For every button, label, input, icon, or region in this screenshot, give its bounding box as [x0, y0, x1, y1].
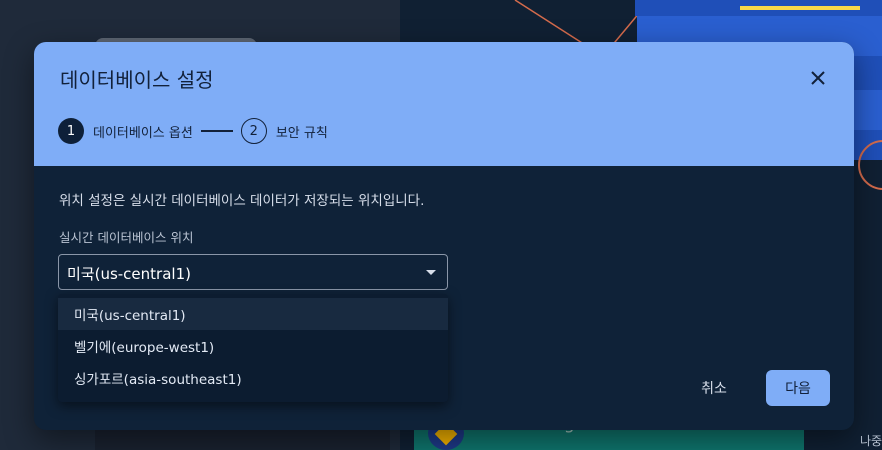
location-option-us-central1[interactable]: 미국(us-central1)	[58, 298, 448, 330]
step-1-indicator: 1	[58, 118, 84, 144]
database-setup-dialog: 데이터베이스 설정 1 데이터베이스 옵션 2 보안 규칙 위치 설정은 실시간…	[34, 42, 854, 430]
location-field-label: 실시간 데이터베이스 위치	[59, 230, 194, 245]
cancel-button[interactable]: 취소	[684, 370, 744, 406]
location-select-value: 미국(us-central1)	[67, 265, 191, 283]
background-corner-text: 나중	[860, 434, 882, 448]
stepper: 1 데이터베이스 옵션 2 보안 규칙	[58, 118, 328, 144]
step-2-label: 보안 규칙	[275, 125, 328, 141]
step-1-label: 데이터베이스 옵션	[93, 125, 193, 141]
step-2-indicator: 2	[240, 118, 267, 144]
dropdown-arrow-icon	[426, 270, 436, 275]
next-button[interactable]: 다음	[766, 370, 830, 406]
step-connector	[200, 130, 233, 132]
dialog-header: 데이터베이스 설정 1 데이터베이스 옵션 2 보안 규칙	[34, 42, 854, 166]
location-description: 위치 설정은 실시간 데이터베이스 데이터가 저장되는 위치입니다.	[59, 193, 425, 209]
close-icon	[811, 71, 825, 85]
location-option-asia-southeast1[interactable]: 싱가포르(asia-southeast1)	[58, 362, 448, 394]
close-button[interactable]	[804, 64, 832, 92]
location-select[interactable]: 미국(us-central1)	[58, 254, 448, 290]
dialog-title: 데이터베이스 설정	[60, 68, 214, 92]
location-options-menu: 미국(us-central1) 벨기에(europe-west1) 싱가포르(a…	[58, 294, 448, 402]
location-option-europe-west1[interactable]: 벨기에(europe-west1)	[58, 330, 448, 362]
